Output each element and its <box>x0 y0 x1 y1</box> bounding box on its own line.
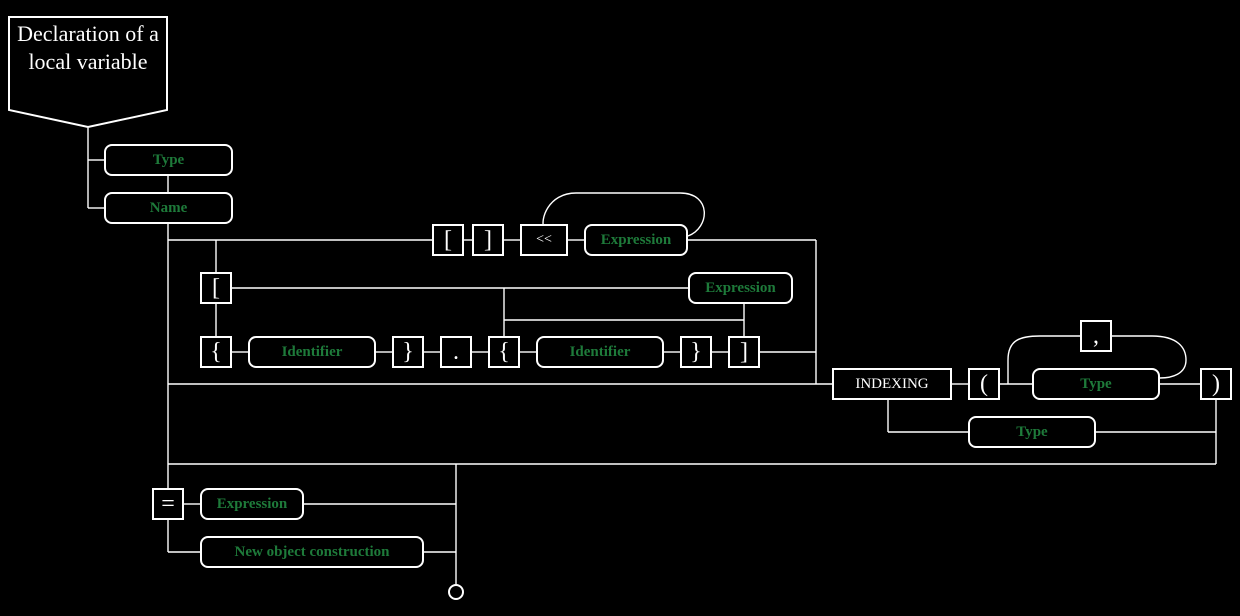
rule-type-alternative[interactable]: Type <box>968 416 1096 448</box>
terminal-open-bracket-top[interactable]: [ <box>432 224 464 256</box>
terminal-equals[interactable]: = <box>152 488 184 520</box>
terminal-open-brace-first[interactable]: { <box>200 336 232 368</box>
rule-expression-shift[interactable]: Expression <box>584 224 688 256</box>
diagram-connectors <box>87 128 1217 600</box>
end-marker <box>449 585 463 599</box>
terminal-close-bracket-mid[interactable]: ] <box>728 336 760 368</box>
terminal-open-paren[interactable]: ( <box>968 368 1000 400</box>
terminal-shift-left[interactable]: << <box>520 224 568 256</box>
rule-type-indexing[interactable]: Type <box>1032 368 1160 400</box>
terminal-open-brace-second[interactable]: { <box>488 336 520 368</box>
terminal-comma[interactable]: , <box>1080 320 1112 352</box>
terminal-open-bracket-mid[interactable]: [ <box>200 272 232 304</box>
terminal-close-bracket-top[interactable]: ] <box>472 224 504 256</box>
rule-type[interactable]: Type <box>104 144 233 176</box>
terminal-close-paren[interactable]: ) <box>1200 368 1232 400</box>
rule-new-object-construction[interactable]: New object construction <box>200 536 424 568</box>
terminal-indexing[interactable]: INDEXING <box>832 368 952 400</box>
rule-identifier-first[interactable]: Identifier <box>248 336 376 368</box>
diagram-title: Declaration of a local variable <box>8 16 168 128</box>
rule-expression-index[interactable]: Expression <box>688 272 793 304</box>
terminal-dot[interactable]: . <box>440 336 472 368</box>
terminal-close-brace-second[interactable]: } <box>680 336 712 368</box>
terminal-close-brace-first[interactable]: } <box>392 336 424 368</box>
rule-identifier-second[interactable]: Identifier <box>536 336 664 368</box>
title-text: Declaration of a local variable <box>17 21 159 74</box>
rule-expression-initializer[interactable]: Expression <box>200 488 304 520</box>
rule-name[interactable]: Name <box>104 192 233 224</box>
